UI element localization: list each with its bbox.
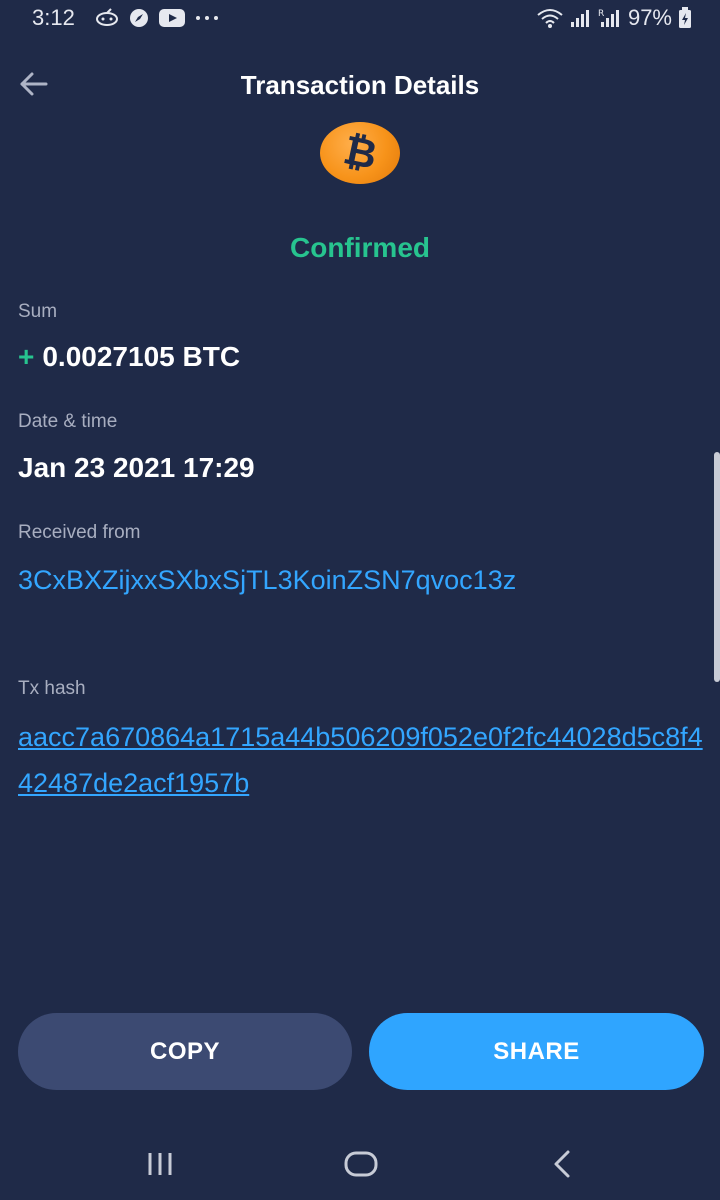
received-from-address[interactable]: 3CxBXZijxxSXbxSjTL3KoinZSN7qvoc13z xyxy=(18,557,628,603)
signal-icon xyxy=(570,8,592,28)
datetime-value: Jan 23 2021 17:29 xyxy=(18,452,255,483)
tx-hash-link[interactable]: aacc7a670864a1715a44b506209f052e0f2fc440… xyxy=(18,714,708,806)
transaction-status: Confirmed xyxy=(290,232,430,263)
bitcoin-glyph: ₿ xyxy=(339,127,381,179)
battery-charging-icon xyxy=(678,7,692,29)
signal-roaming-icon: R xyxy=(598,7,622,29)
page-title: Transaction Details xyxy=(240,70,480,100)
datetime-label: Date & time xyxy=(18,411,118,432)
received-from-label: Received from xyxy=(18,522,141,543)
share-button[interactable]: SHARE xyxy=(369,1013,704,1090)
transaction-details-screen: 3:12 R 97% Transaction Details ₿ Confirm… xyxy=(0,0,720,1200)
sum-value-row: +0.0027105 BTC xyxy=(18,341,240,373)
plus-sign: + xyxy=(18,341,35,372)
system-nav-bar xyxy=(0,1130,720,1200)
battery-percent: 97% xyxy=(627,5,672,30)
bitcoin-icon: ₿ xyxy=(320,122,400,184)
more-icon xyxy=(194,13,220,23)
status-bar: 3:12 R 97% xyxy=(0,0,720,36)
tx-hash-label: Tx hash xyxy=(18,678,86,699)
status-time: 3:12 xyxy=(32,5,75,30)
status-icons-left xyxy=(94,7,220,29)
recents-icon xyxy=(148,1153,172,1175)
compass-icon xyxy=(128,7,150,29)
sum-value: 0.0027105 BTC xyxy=(42,341,241,372)
youtube-icon xyxy=(158,8,186,28)
sum-label: Sum xyxy=(18,301,58,322)
nav-back-button[interactable] xyxy=(532,1144,592,1184)
wifi-icon xyxy=(536,7,564,29)
status-icons-right: R 97% xyxy=(536,5,692,31)
back-icon xyxy=(554,1150,570,1178)
recents-button[interactable] xyxy=(130,1144,190,1184)
home-button[interactable] xyxy=(331,1144,391,1184)
home-icon xyxy=(344,1151,378,1177)
svg-text:R: R xyxy=(598,9,604,19)
scrollbar-thumb[interactable] xyxy=(714,452,720,682)
copy-button[interactable]: COPY xyxy=(18,1013,352,1090)
notification-icon xyxy=(94,8,120,28)
